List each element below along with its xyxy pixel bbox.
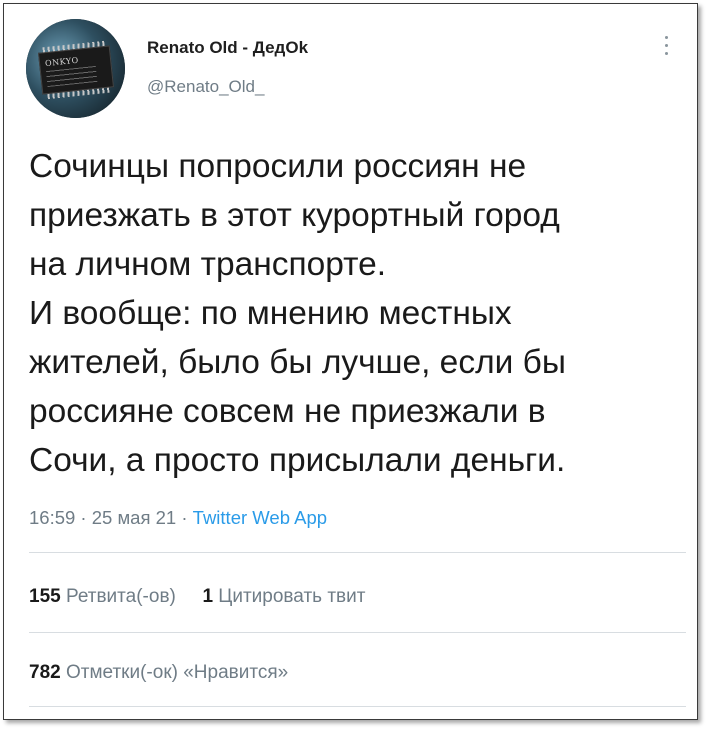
- quotes-label: Цитировать твит: [218, 586, 366, 607]
- author-handle[interactable]: @Renato_Old_: [147, 77, 264, 97]
- tweet-source-link[interactable]: Twitter Web App: [193, 507, 327, 528]
- retweets-stat[interactable]: 155 Ретвита(-ов): [29, 586, 176, 607]
- more-options-icon[interactable]: [660, 36, 672, 62]
- divider: [29, 632, 686, 633]
- retweets-label: Ретвита(-ов): [65, 586, 176, 607]
- likes-label: Отметки(-ок) «Нравится»: [65, 662, 289, 683]
- tweet-line: приезжать в этот курортный город: [29, 197, 560, 234]
- author-name[interactable]: Renato Old - ДедOk: [147, 38, 308, 58]
- more-dot: [664, 44, 668, 47]
- tweet-date[interactable]: 25 мая 21: [92, 507, 176, 528]
- avatar[interactable]: ONKYO: [26, 19, 125, 118]
- divider: [29, 552, 686, 553]
- tweet-line: Сочи, а просто присылали деньги.: [29, 442, 566, 479]
- tweet-line: на личном транспорте.: [29, 246, 387, 283]
- meta-separator: ·: [75, 507, 92, 528]
- tweet-card: ONKYO Renato Old - ДедOk @Renato_Old_ Со…: [3, 3, 698, 720]
- meta-separator: ·: [176, 507, 193, 528]
- more-dot: [664, 52, 668, 55]
- tweet-line: россияне совсем не приезжали в: [29, 393, 546, 430]
- more-dot: [664, 36, 668, 39]
- quotes-count: 1: [202, 586, 214, 607]
- tweet-meta: 16:59 · 25 мая 21 · Twitter Web App: [29, 507, 327, 529]
- chip-icon: ONKYO: [38, 40, 114, 100]
- quotes-stat[interactable]: 1 Цитировать твит: [202, 586, 365, 607]
- tweet-text: Сочинцы попросили россиян не приезжать в…: [29, 142, 689, 485]
- retweet-stats-row: 155 Ретвита(-ов) 1 Цитировать твит: [29, 586, 365, 608]
- likes-stats-row: 782 Отметки(-ок) «Нравится»: [29, 662, 288, 684]
- divider: [29, 706, 686, 707]
- likes-stat[interactable]: 782 Отметки(-ок) «Нравится»: [29, 662, 288, 683]
- tweet-line: жителей, было бы лучше, если бы: [29, 344, 566, 381]
- chip-markings: [45, 65, 98, 88]
- chip-brand-text: ONKYO: [44, 55, 80, 69]
- retweets-count: 155: [29, 586, 61, 607]
- tweet-time[interactable]: 16:59: [29, 507, 75, 528]
- likes-count: 782: [29, 662, 61, 683]
- tweet-line: Сочинцы попросили россиян не: [29, 148, 527, 185]
- tweet-line: И вообще: по мнению местных: [29, 295, 512, 332]
